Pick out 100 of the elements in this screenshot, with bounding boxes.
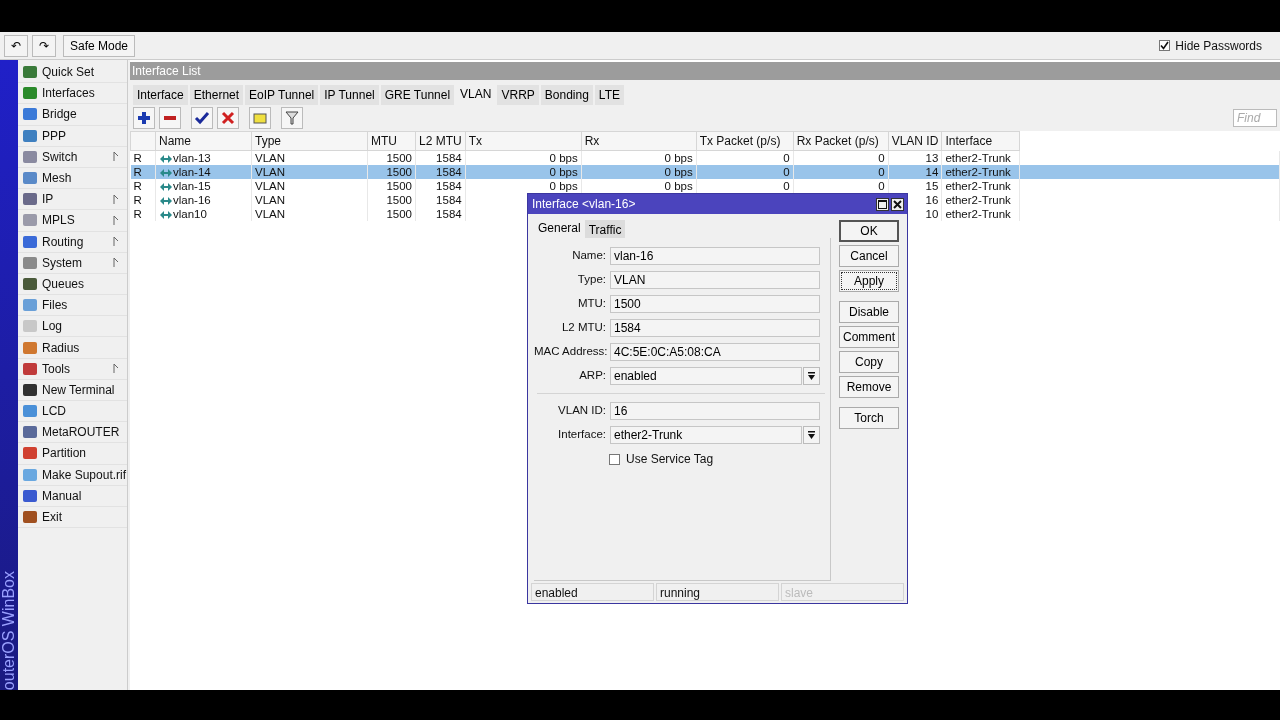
- dialog-button[interactable]: Comment: [839, 326, 899, 348]
- menu-item[interactable]: MPLS: [18, 210, 127, 232]
- table-cell: vlan-13: [159, 152, 211, 164]
- column-header[interactable]: VLAN ID: [888, 131, 942, 151]
- dialog-button[interactable]: OK: [839, 220, 899, 242]
- menu-item[interactable]: System: [18, 252, 127, 274]
- column-header[interactable]: MTU: [367, 131, 416, 151]
- dropdown-button[interactable]: [803, 367, 820, 385]
- submenu-icon: [113, 255, 119, 270]
- menu-item[interactable]: Bridge: [18, 104, 127, 126]
- menu-item[interactable]: Log: [18, 316, 127, 338]
- add-button[interactable]: [133, 107, 155, 129]
- menu-item[interactable]: Make Supout.rif: [18, 464, 127, 486]
- dropdown-button[interactable]: [803, 426, 820, 444]
- menu-item[interactable]: Exit: [18, 506, 127, 529]
- column-header[interactable]: Interface: [941, 131, 1020, 151]
- tab[interactable]: Bonding: [540, 85, 593, 105]
- close-button[interactable]: [891, 197, 904, 211]
- checkbox[interactable]: [609, 453, 620, 465]
- table-cell: vlan10: [159, 208, 207, 220]
- submenu-icon: [113, 213, 119, 227]
- menu-item[interactable]: Radius: [18, 337, 127, 359]
- table-cell: 0: [878, 180, 885, 192]
- tab[interactable]: IP Tunnel: [320, 85, 379, 105]
- column-header[interactable]: Rx: [581, 131, 697, 151]
- input-field[interactable]: 4C:5E:0C:A5:08:CA: [610, 343, 820, 361]
- double-arrow-icon: [159, 167, 173, 178]
- window-title: Interface List: [130, 62, 1280, 80]
- tab[interactable]: Ethernet: [189, 85, 244, 105]
- input-field[interactable]: VLAN: [610, 271, 820, 289]
- double-arrow-icon: [159, 181, 173, 192]
- square-icon: [22, 319, 38, 334]
- dialog-button[interactable]: Torch: [839, 407, 899, 429]
- menu-item[interactable]: New Terminal: [18, 379, 127, 401]
- dialog-button[interactable]: Copy: [839, 351, 899, 373]
- note-button[interactable]: [249, 107, 271, 129]
- menu-item[interactable]: Files: [18, 295, 127, 317]
- menu-item[interactable]: Tools: [18, 358, 127, 380]
- table-cell: 1500: [386, 166, 412, 178]
- check-button[interactable]: [191, 107, 213, 129]
- table-cell: 0 bps: [664, 180, 693, 192]
- dialog-button[interactable]: Apply: [839, 270, 899, 292]
- square-icon: [22, 446, 38, 461]
- column-header[interactable]: Tx: [465, 131, 582, 151]
- menu-item[interactable]: Mesh: [18, 167, 127, 190]
- column-header[interactable]: L2 MTU: [415, 131, 466, 151]
- tab[interactable]: EoIP Tunnel: [245, 85, 319, 105]
- find-field[interactable]: Find: [1233, 109, 1277, 127]
- table-cell: 13: [925, 152, 939, 164]
- table-cell: VLAN: [255, 194, 286, 206]
- submenu-icon: [113, 361, 119, 376]
- input-field[interactable]: 1584: [610, 319, 820, 337]
- menu-item[interactable]: Interfaces: [18, 83, 127, 105]
- menu-item[interactable]: Queues: [18, 273, 127, 296]
- column-header[interactable]: Tx Packet (p/s): [696, 131, 794, 151]
- dialog-button[interactable]: Disable: [839, 301, 899, 323]
- undo-button[interactable]: ↶: [4, 34, 28, 57]
- column-header[interactable]: Name: [155, 131, 252, 151]
- table-cell: ether2-Trunk: [945, 208, 1011, 220]
- menu-item[interactable]: PPP: [18, 125, 127, 147]
- input-field[interactable]: 16: [610, 402, 820, 420]
- filter-button[interactable]: [281, 107, 303, 129]
- maximize-button[interactable]: [876, 197, 889, 211]
- input-field[interactable]: vlan-16: [610, 247, 820, 265]
- redo-button[interactable]: ↷: [32, 34, 56, 57]
- column-header[interactable]: Rx Packet (p/s): [793, 131, 889, 151]
- table-cell: VLAN: [255, 152, 286, 164]
- tab[interactable]: Interface: [133, 85, 188, 105]
- table-cell: 0 bps: [664, 152, 693, 164]
- select-field[interactable]: enabled: [610, 367, 802, 385]
- dialog-button[interactable]: Cancel: [839, 245, 899, 267]
- menu-item[interactable]: Partition: [18, 443, 127, 465]
- dropdown-arrow-icon: [807, 430, 816, 440]
- table-cell: ether2-Trunk: [945, 152, 1011, 164]
- submenu-icon: [113, 149, 119, 164]
- menu-item[interactable]: Switch: [18, 146, 127, 168]
- menu-item[interactable]: Quick Set: [18, 62, 127, 84]
- tab[interactable]: Traffic: [584, 220, 626, 238]
- table-cell: 0 bps: [664, 166, 693, 178]
- input-field[interactable]: 1500: [610, 295, 820, 313]
- menu-item[interactable]: LCD: [18, 401, 127, 423]
- field-label: MTU:: [576, 296, 607, 312]
- table-cell: 14: [925, 166, 939, 178]
- tab[interactable]: LTE: [594, 85, 624, 105]
- tab[interactable]: GRE Tunnel: [380, 85, 455, 105]
- checkbox[interactable]: [1159, 40, 1171, 51]
- menu-item[interactable]: IP: [18, 189, 127, 211]
- field-label: MAC Address:: [534, 344, 609, 360]
- status-text: running: [656, 583, 779, 601]
- tab[interactable]: VRRP: [497, 85, 539, 105]
- dialog-button[interactable]: Remove: [839, 376, 899, 398]
- menu-item[interactable]: MetaROUTER: [18, 422, 127, 444]
- menu-item[interactable]: Routing: [18, 231, 127, 253]
- safe-mode-button[interactable]: Safe Mode: [63, 34, 136, 57]
- square-icon: [22, 361, 38, 376]
- checkbox-label: Use Service Tag: [626, 451, 714, 468]
- menu-item[interactable]: Manual: [18, 485, 127, 507]
- column-header[interactable]: Type: [251, 131, 368, 151]
- select-field[interactable]: ether2-Trunk: [610, 426, 802, 444]
- remove-button[interactable]: [159, 107, 181, 129]
